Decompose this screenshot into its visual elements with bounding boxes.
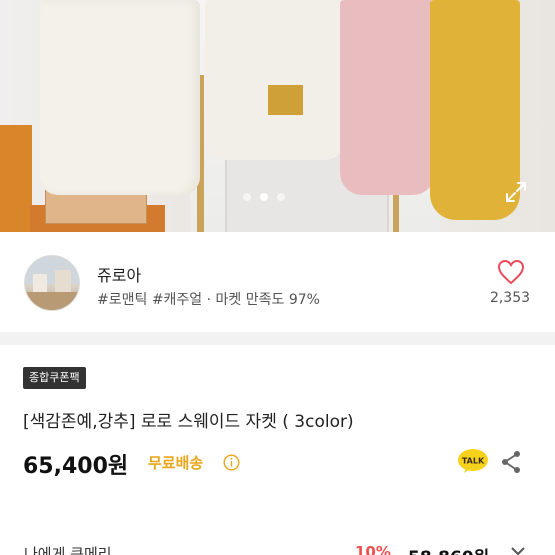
expand-icon[interactable]	[504, 180, 528, 204]
pagination-dot[interactable]	[277, 193, 285, 201]
jacket-white-2	[205, 0, 345, 160]
chevron-down-icon[interactable]	[510, 546, 526, 555]
free-shipping-label: 무료배송	[148, 454, 204, 472]
gallery-pagination	[243, 193, 285, 201]
seller-tags: #로맨틱 #캐주얼 · 마켓 만족도 97%	[97, 292, 320, 308]
svg-text:TALK: TALK	[462, 457, 485, 466]
heart-outline-icon[interactable]	[497, 259, 525, 285]
jacket-white	[40, 0, 200, 195]
product-image-gallery[interactable]	[0, 0, 555, 232]
jacket-mustard-peek	[268, 85, 303, 115]
section-divider	[0, 332, 555, 345]
kakaotalk-icon[interactable]: TALK	[457, 448, 489, 474]
like-count: 2,353	[489, 290, 531, 306]
jacket-pink	[340, 0, 435, 195]
coupon-price-row[interactable]: 나에게 큰메리 10% 58,860원	[0, 538, 555, 555]
share-icon[interactable]	[500, 450, 522, 474]
product-title: [색감존예,강추] 로로 스웨이드 자켓 ( 3color)	[23, 412, 354, 432]
discount-rate: 10%	[355, 543, 391, 555]
seller-name[interactable]: 쥬로아	[97, 262, 141, 286]
pagination-dot[interactable]	[243, 193, 251, 201]
coupon-badge: 종합쿠폰팩	[23, 367, 86, 389]
product-price: 65,400원	[23, 454, 129, 479]
info-circle-icon[interactable]	[223, 454, 240, 471]
shopping-box	[0, 125, 32, 232]
pagination-dot-active[interactable]	[260, 193, 268, 201]
seller-section[interactable]: 쥬로아 #로맨틱 #캐주얼 · 마켓 만족도 97% 2,353	[0, 232, 555, 332]
coupon-price-label: 나에게 큰메리	[24, 545, 112, 555]
discounted-price: 58,860원	[408, 543, 489, 555]
seller-avatar[interactable]	[24, 255, 80, 311]
